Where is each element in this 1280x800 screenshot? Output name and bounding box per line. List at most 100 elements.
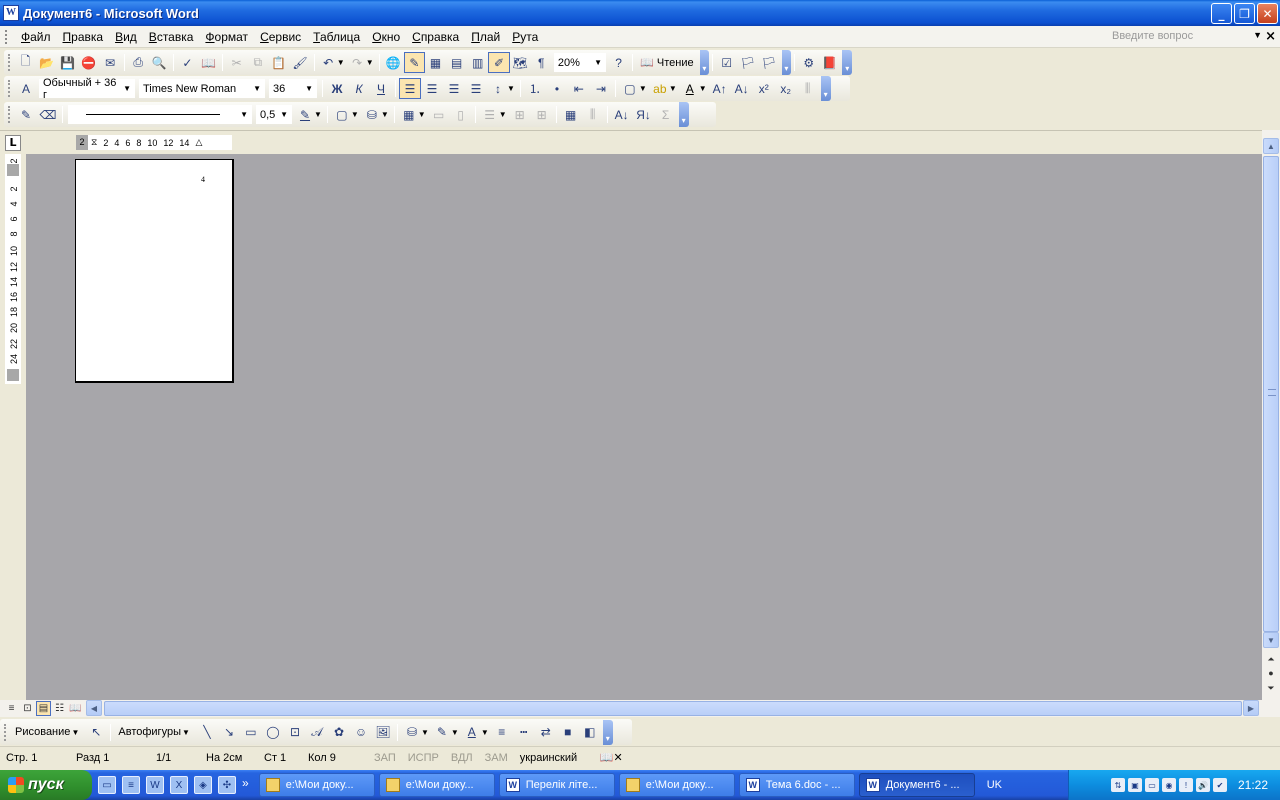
justify-icon[interactable]: ☰ [465, 78, 487, 99]
scroll-down-icon[interactable]: ▼ [1263, 632, 1279, 648]
chevron-down-icon[interactable]: ▼ [123, 84, 131, 93]
select-browse-object-icon[interactable]: ● [1263, 668, 1279, 678]
document-close-icon[interactable]: × [1265, 29, 1276, 44]
chevron-down-icon[interactable]: ▼ [1253, 30, 1262, 45]
align-center-icon[interactable]: ☰ [421, 78, 443, 99]
antivirus-tray-icon[interactable]: ◉ [1161, 778, 1176, 792]
network-icon[interactable]: ✣ [218, 776, 236, 794]
line-icon[interactable]: ╲ [196, 722, 218, 743]
scroll-up-icon[interactable]: ▲ [1263, 138, 1279, 154]
cell-align-icon[interactable]: ☰ [479, 104, 501, 125]
toolbar-options-icon[interactable]: ▾ [678, 102, 689, 127]
chevron-down-icon[interactable]: ▼ [280, 110, 288, 119]
increase-indent-icon[interactable]: ⇥ [590, 78, 612, 99]
sort-ascending-icon[interactable]: A↓ [611, 104, 633, 125]
status-extend[interactable]: ВДЛ [445, 752, 479, 764]
vertical-scroll-thumb[interactable] [1263, 156, 1279, 632]
numbering-icon[interactable]: ⒈ [524, 78, 546, 99]
menu-view[interactable]: Вид [109, 30, 143, 44]
wordart-icon[interactable]: 𝒜 [306, 722, 328, 743]
spelling-status-icon[interactable]: 📖✕ [594, 751, 629, 764]
draw-table-icon[interactable]: ✎ [15, 104, 37, 125]
eraser-icon[interactable]: ⌫ [37, 104, 59, 125]
highlight-icon[interactable]: ab [649, 78, 671, 99]
close-button[interactable]: ✕ [1257, 3, 1278, 24]
outline-view-icon[interactable]: ☷ [52, 701, 67, 716]
italic-icon[interactable]: К [348, 78, 370, 99]
toolbar-grip[interactable] [4, 723, 7, 741]
bullets-icon[interactable]: • [546, 78, 568, 99]
taskbar-item[interactable]: W Тема 6.doc - ... [738, 773, 855, 797]
print-preview-icon[interactable]: 🔍 [149, 52, 170, 73]
styles-icon[interactable]: A [15, 78, 37, 99]
menu-file[interactable]: Файл [15, 30, 57, 44]
underline-icon[interactable]: Ч [370, 78, 392, 99]
volume-icon[interactable]: 🔊 [1195, 778, 1210, 792]
vertical-scrollbar[interactable]: ▲ ▼ ⏶ ● ⏷ [1262, 130, 1280, 700]
spelling-icon[interactable]: ✓ [177, 52, 198, 73]
toolbar-options-icon[interactable]: ▾ [820, 76, 831, 101]
horizontal-scroll-thumb[interactable] [104, 701, 1242, 716]
menu-edit[interactable]: Правка [57, 30, 110, 44]
show-desktop-icon[interactable]: ▭ [98, 776, 116, 794]
chevron-down-icon[interactable]: ▼ [669, 84, 677, 93]
decrease-indent-icon[interactable]: ⇤ [568, 78, 590, 99]
network-tray-icon[interactable]: ⇅ [1110, 778, 1125, 792]
reading-button[interactable]: 📖 Чтение [636, 56, 697, 70]
arrow-icon[interactable]: ↘ [218, 722, 240, 743]
indent-marker-icon[interactable]: ⧖ [91, 137, 97, 148]
redo-icon[interactable]: ↷ [347, 52, 368, 73]
clock[interactable]: 21:22 [1238, 778, 1268, 792]
chevron-down-icon[interactable]: ▼ [240, 110, 248, 119]
line-weight-select[interactable]: 0,5 ▼ [256, 105, 292, 124]
status-track-changes[interactable]: ИСПР [402, 752, 445, 764]
macro-icon[interactable]: ⚙ [798, 52, 819, 73]
shadow-style-icon[interactable]: ■ [557, 722, 579, 743]
undo-icon[interactable]: ↶ [318, 52, 339, 73]
line-style-icon[interactable]: ≡ [491, 722, 513, 743]
paste-icon[interactable]: 📋 [268, 52, 289, 73]
chevron-down-icon[interactable]: ▼ [305, 84, 313, 93]
document-workspace[interactable]: 4 [26, 154, 1262, 700]
help-icon[interactable]: ? [608, 52, 629, 73]
taskbar-item[interactable]: e:\Мои доку... [258, 773, 375, 797]
menu-window[interactable]: Окно [366, 30, 406, 44]
menu-insert[interactable]: Вставка [143, 30, 200, 44]
align-left-icon[interactable]: ☰ [399, 78, 421, 99]
research-icon[interactable]: 📖 [198, 52, 219, 73]
document-page[interactable]: 4 [75, 159, 234, 383]
horizontal-ruler[interactable]: 2 ⧖ 2 4 6 8 10 12 14 △ [76, 135, 232, 150]
border-color-icon[interactable]: ✎ [294, 104, 316, 125]
alert-tray-icon[interactable]: ! [1178, 778, 1193, 792]
previous-page-icon[interactable]: ⏶ [1263, 654, 1279, 665]
text-direction-icon[interactable]: ⫼ [797, 78, 819, 99]
rectangle-icon[interactable]: ▭ [240, 722, 262, 743]
insert-table-icon[interactable]: ▦ [425, 52, 446, 73]
drawing-icon[interactable]: ✐ [488, 52, 510, 73]
shrink-font-icon[interactable]: A↓ [731, 78, 753, 99]
minimize-button[interactable]: _ [1211, 3, 1232, 24]
cut-icon[interactable]: ✂ [226, 52, 247, 73]
status-overtype[interactable]: ЗАМ [479, 752, 514, 764]
chevron-down-icon[interactable]: ▼ [451, 728, 459, 737]
font-select[interactable]: Times New Roman ▼ [139, 79, 265, 98]
menu-tools[interactable]: Сервис [254, 30, 307, 44]
distribute-rows-icon[interactable]: ⊞ [509, 104, 531, 125]
right-indent-marker-icon[interactable]: △ [195, 137, 202, 148]
reading-view-icon[interactable]: 📖 [68, 701, 83, 716]
clip-art-icon[interactable]: ☺ [350, 722, 372, 743]
save-icon[interactable]: 💾 [57, 52, 78, 73]
insert-excel-icon[interactable]: ▤ [446, 52, 467, 73]
email-icon[interactable]: ✉ [99, 52, 120, 73]
normal-view-icon[interactable]: ≡ [4, 701, 19, 716]
folder-tray-icon[interactable]: ▣ [1127, 778, 1142, 792]
redo-dropdown-icon[interactable]: ▼ [366, 58, 374, 67]
dash-style-icon[interactable]: ┅ [513, 722, 535, 743]
word-icon[interactable]: W [146, 776, 164, 794]
vertical-ruler[interactable]: 2 2 4 6 8 10 12 14 16 18 20 22 24 [5, 154, 21, 384]
align-right-icon[interactable]: ☰ [443, 78, 465, 99]
chevron-down-icon[interactable]: ▼ [314, 110, 322, 119]
dictionary-icon[interactable]: 📕 [819, 52, 840, 73]
merge-cells-icon[interactable]: ▭ [428, 104, 450, 125]
zoom-select[interactable]: 20% ▼ [553, 53, 606, 72]
